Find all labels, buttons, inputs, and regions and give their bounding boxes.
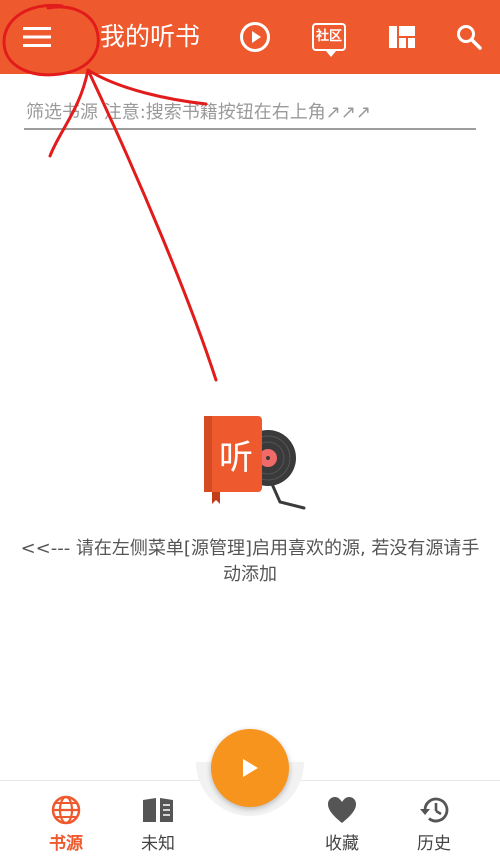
search-button[interactable] xyxy=(448,16,490,58)
empty-state-message: <<--- 请在左侧菜单[源管理]启用喜欢的源, 若没有源请手动添加 xyxy=(20,538,480,585)
heart-icon xyxy=(328,797,356,823)
nav-item-favorites[interactable]: 收藏 xyxy=(302,781,382,858)
nav-item-sources[interactable]: 书源 xyxy=(26,781,106,858)
community-icon: 社区 xyxy=(312,23,346,57)
app-logo: 听 xyxy=(200,412,310,512)
nav-label: 历史 xyxy=(417,834,451,854)
nav-label: 未知 xyxy=(141,834,175,854)
logo-text: 听 xyxy=(219,438,253,478)
hamburger-menu-icon xyxy=(23,27,51,47)
nav-item-history[interactable]: 历史 xyxy=(394,781,474,858)
app-title: 我的听书 xyxy=(100,22,201,51)
globe-icon xyxy=(51,795,81,825)
play-icon xyxy=(243,759,258,777)
search-icon xyxy=(457,25,482,50)
play-button[interactable] xyxy=(234,16,276,58)
source-filter-input[interactable] xyxy=(24,96,476,130)
history-icon xyxy=(420,797,449,823)
nav-label: 书源 xyxy=(49,834,83,854)
top-app-bar: 我的听书 社区 xyxy=(0,0,500,74)
play-circle-icon xyxy=(240,22,270,52)
nav-item-unknown[interactable]: 未知 xyxy=(118,781,198,858)
layout-toggle-button[interactable] xyxy=(381,16,423,58)
nav-label: 收藏 xyxy=(325,834,359,854)
grid-layout-icon xyxy=(389,26,415,48)
book-icon xyxy=(143,798,173,822)
play-fab-button[interactable] xyxy=(211,729,289,807)
menu-button[interactable] xyxy=(18,18,56,56)
community-button[interactable]: 社区 xyxy=(308,16,350,58)
